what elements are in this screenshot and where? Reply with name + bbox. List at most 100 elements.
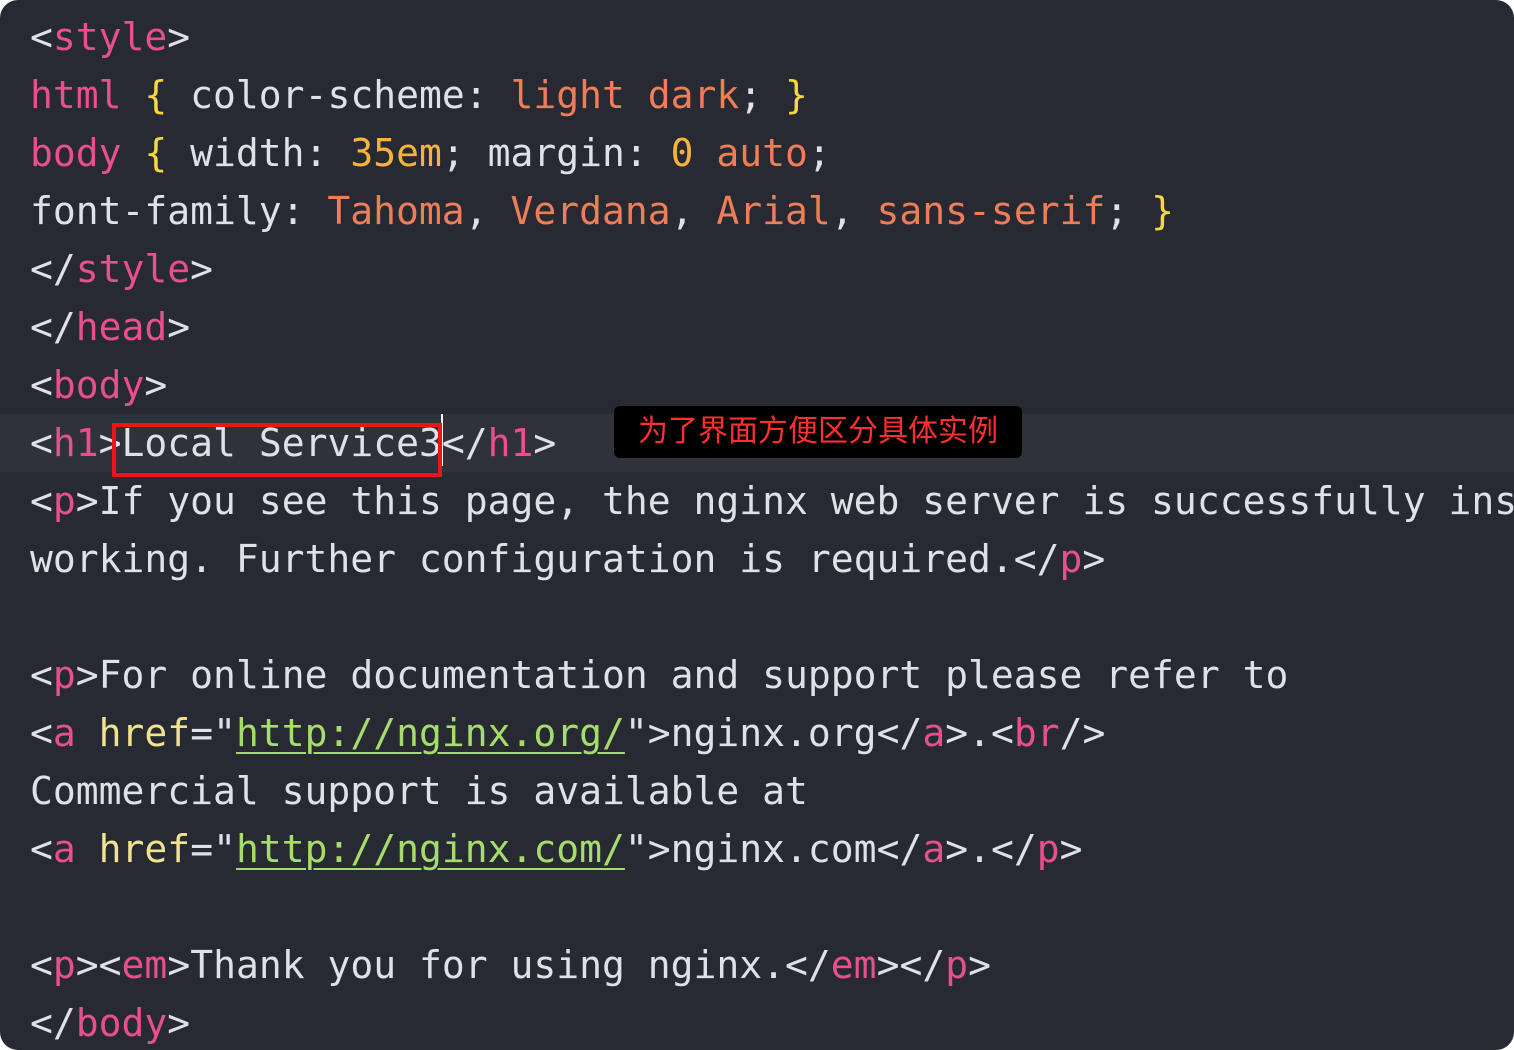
code-token-num: 35em [350,131,442,175]
code-line[interactable]: <style> [0,8,1514,66]
code-token-punct: =" [190,711,236,755]
code-token-str: light [510,73,625,117]
code-token-punct: > [167,943,191,987]
code-token-punct: < [30,363,53,407]
code-line-text: font-family: Tahoma, Verdana, Arial, san… [30,182,1174,240]
code-line[interactable]: <a href="http://nginx.org/">nginx.org</a… [0,704,1514,762]
code-token-tag: html [30,73,122,117]
code-token-text: working. Further configuration is requir… [30,537,1014,581]
code-token-text: For online documentation and support ple… [98,653,1289,697]
code-line-text: <style> [30,8,190,66]
code-token-tag: em [121,943,168,987]
code-token-tag: style [52,15,168,59]
code-token-punct: < [30,827,53,871]
code-token-tag: a [52,711,76,755]
code-token-punct: < [30,653,53,697]
highlight-box [112,423,442,477]
code-line[interactable]: </style> [0,240,1514,298]
code-token-url: http://nginx.org/ [235,711,625,755]
code-token-tag: p [52,943,76,987]
code-line-text: <p>If you see this page, the nginx web s… [30,472,1514,530]
code-token-punct: > [1059,827,1083,871]
code-token-url: http://nginx.com/ [235,827,625,871]
code-token-punct: > [968,943,991,987]
code-token-punct: </ [30,247,76,291]
code-token-punct: </ [876,827,923,871]
code-token-str: auto [716,131,808,175]
code-token-tag: body [30,131,122,175]
code-token-str: sans-serif [876,189,1106,233]
code-token-prop: color-scheme: [167,73,511,117]
code-line-text: <p><em>Thank you for using nginx.</em></… [30,936,991,994]
code-line[interactable]: <p>For online documentation and support … [0,646,1514,704]
code-line-text: </style> [30,240,213,298]
code-token-punct: > [75,479,99,523]
code-line-text: <body> [30,356,167,414]
code-token-punct: < [30,479,53,523]
code-token-punct: ; [807,131,831,175]
code-token-punct: "> [624,711,671,755]
code-line[interactable]: <a href="http://nginx.com/">nginx.com</a… [0,820,1514,878]
code-token-punct: =" [190,827,236,871]
code-token-punct: > [167,1001,191,1045]
code-line[interactable]: body { width: 35em; margin: 0 auto; [0,124,1514,182]
code-token-punct: > [1082,537,1106,581]
code-token-punct: >.< [945,711,1014,755]
code-token-str: Tahoma [327,189,465,233]
code-token-punct: < [30,943,53,987]
code-token-punct: </ [30,305,76,349]
code-line[interactable] [0,588,1514,646]
code-token-tag: a [922,711,946,755]
code-token-punct: ; [1105,189,1152,233]
code-token-punct: </ [30,1001,76,1045]
code-token-punct: > [533,421,557,465]
code-line[interactable]: </body> [0,994,1514,1050]
code-token-text: Thank you for using nginx. [190,943,786,987]
code-token-text: Commercial support is available at [30,769,808,813]
code-token-tag: p [1059,537,1083,581]
code-line-text: html { color-scheme: light dark; } [30,66,808,124]
code-line[interactable]: font-family: Tahoma, Verdana, Arial, san… [0,182,1514,240]
code-token-tag: p [52,479,76,523]
code-token-punct: > [75,653,99,697]
code-token-punct: , [464,189,511,233]
code-token-str: Arial [716,189,831,233]
code-token-brace: } [1151,189,1174,233]
code-line[interactable]: Commercial support is available at [0,762,1514,820]
code-token-str: dark [647,73,740,117]
code-token-punct: > [167,15,191,59]
code-token-punct: </ [785,943,831,987]
code-token-punct: /> [1059,711,1106,755]
code-token-punct: < [30,421,53,465]
code-line[interactable]: working. Further configuration is requir… [0,530,1514,588]
code-line[interactable]: <p><em>Thank you for using nginx.</em></… [0,936,1514,994]
code-line-text: <a href="http://nginx.org/">nginx.org</a… [30,704,1105,762]
code-token-punct: < [30,15,53,59]
code-token-tag: h1 [52,421,99,465]
code-line-text: working. Further configuration is requir… [30,530,1105,588]
code-token-attr: href [98,827,191,871]
code-token-text: nginx.org [670,711,877,755]
code-token-tag: br [1013,711,1060,755]
code-line[interactable]: <p>If you see this page, the nginx web s… [0,472,1514,530]
code-line[interactable]: </head> [0,298,1514,356]
code-token-tag: a [922,827,946,871]
code-token-text: nginx.com [670,827,877,871]
code-line-text: <p>For online documentation and support … [30,646,1288,704]
code-editor[interactable]: <style> html { color-scheme: light dark; … [0,0,1514,1050]
code-token-punct: > [167,305,191,349]
code-line[interactable] [0,878,1514,936]
code-token-prop: ; margin: [441,131,671,175]
code-token-punct: "> [624,827,671,871]
code-token-tag: style [75,247,191,291]
code-line[interactable]: html { color-scheme: light dark; } [0,66,1514,124]
code-token-punct: ></ [876,943,946,987]
code-token-tag: body [75,1001,168,1045]
code-token-brace: { [144,131,168,175]
code-line-text: <a href="http://nginx.com/">nginx.com</a… [30,820,1083,878]
